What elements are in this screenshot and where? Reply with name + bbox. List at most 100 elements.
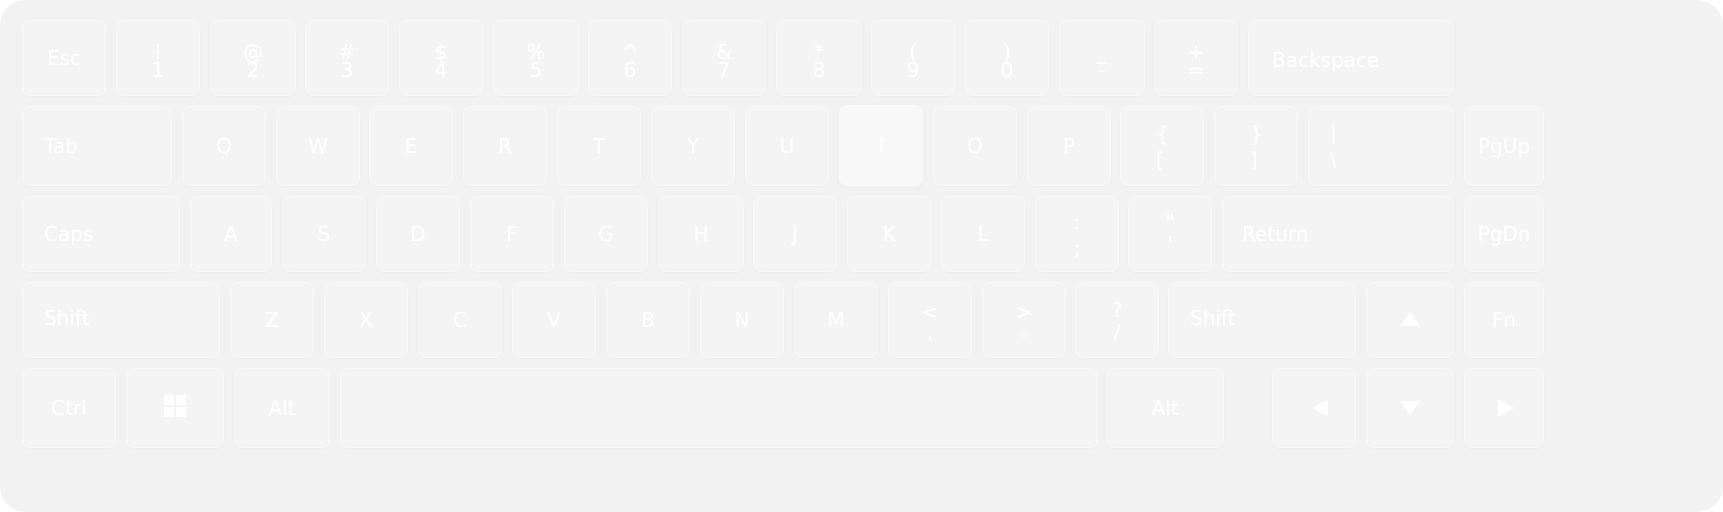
key-label: PgDn <box>1477 222 1531 246</box>
key-quote[interactable]: " ' <box>1128 196 1212 272</box>
key-shift-left[interactable]: Shift <box>22 282 220 358</box>
key-pgdn[interactable]: PgDn <box>1464 196 1544 272</box>
key-space[interactable] <box>340 368 1098 448</box>
key-label: Shift <box>1190 306 1236 330</box>
key-label: ' <box>1167 232 1173 256</box>
key-slash[interactable]: ? / <box>1075 282 1159 358</box>
key-label: A <box>224 222 238 246</box>
key-r[interactable]: R <box>463 106 547 186</box>
key-j[interactable]: J <box>753 196 837 272</box>
key-label: T <box>592 134 606 158</box>
key-alt-left[interactable]: Alt <box>234 368 330 448</box>
key-label: P <box>1062 134 1076 158</box>
key-label: Return <box>1242 222 1309 246</box>
key-windows[interactable] <box>126 368 224 448</box>
key-tab[interactable]: Tab <box>22 106 172 186</box>
key-q[interactable]: Q <box>182 106 266 186</box>
key-label: 0 <box>1000 58 1014 82</box>
key-w[interactable]: W <box>276 106 360 186</box>
key-comma[interactable]: < , <box>888 282 972 358</box>
key-n[interactable]: N <box>700 282 784 358</box>
key-backspace[interactable]: Backspace <box>1248 20 1454 96</box>
key-arrow-left[interactable] <box>1272 368 1356 448</box>
key-equal[interactable]: + = <box>1154 20 1238 96</box>
key-label: D <box>410 222 426 246</box>
key-6[interactable]: ^ 6 <box>588 20 672 96</box>
arrow-left-icon <box>1312 399 1328 417</box>
key-0[interactable]: ) 0 <box>965 20 1049 96</box>
key-label: Z <box>265 308 279 332</box>
key-f[interactable]: F <box>470 196 554 272</box>
key-arrow-right[interactable] <box>1464 368 1544 448</box>
key-i[interactable]: I <box>839 105 923 186</box>
key-z[interactable]: Z <box>230 282 314 358</box>
key-backslash[interactable]: | \ <box>1308 106 1454 186</box>
key-fn[interactable]: Fn <box>1464 282 1544 358</box>
key-p[interactable]: P <box>1027 106 1111 186</box>
key-c[interactable]: C <box>418 282 502 358</box>
key-label: N <box>734 308 750 332</box>
key-alt-right[interactable]: Alt <box>1106 368 1224 448</box>
key-label: , <box>926 320 934 344</box>
key-label: C <box>453 308 467 332</box>
key-left-bracket[interactable]: { [ <box>1120 106 1204 186</box>
key-label: X <box>359 308 373 332</box>
key-label: 9 <box>906 58 920 82</box>
key-9[interactable]: ( 9 <box>871 20 955 96</box>
key-d[interactable]: D <box>376 196 460 272</box>
key-return[interactable]: Return <box>1222 196 1454 272</box>
key-ctrl[interactable]: Ctrl <box>22 368 116 448</box>
key-shift-right[interactable]: Shift <box>1168 282 1356 358</box>
key-label: [ <box>1156 148 1164 172</box>
key-h[interactable]: H <box>658 196 744 272</box>
key-m[interactable]: M <box>794 282 878 358</box>
key-arrow-down[interactable] <box>1366 368 1454 448</box>
key-shift-label: { <box>1156 122 1169 146</box>
key-label: E <box>404 134 418 158</box>
key-o[interactable]: O <box>933 106 1017 186</box>
key-y[interactable]: Y <box>651 106 735 186</box>
key-3[interactable]: # 3 <box>305 20 389 96</box>
key-e[interactable]: E <box>369 106 453 186</box>
key-label: Caps <box>44 222 94 246</box>
key-period[interactable]: > . <box>982 282 1066 358</box>
key-l[interactable]: L <box>941 196 1025 272</box>
key-label: Y <box>686 134 700 158</box>
key-v[interactable]: V <box>512 282 596 358</box>
key-label: Alt <box>268 396 296 420</box>
key-label: 4 <box>434 58 448 82</box>
key-label: 5 <box>529 58 543 82</box>
windows-icon <box>164 395 186 417</box>
key-8[interactable]: * 8 <box>776 20 862 96</box>
key-5[interactable]: % 5 <box>493 20 579 96</box>
key-g[interactable]: G <box>564 196 648 272</box>
key-s[interactable]: S <box>282 196 366 272</box>
key-u[interactable]: U <box>745 106 829 186</box>
key-label: Alt <box>1151 396 1179 420</box>
key-semicolon[interactable]: : ; <box>1035 196 1119 272</box>
key-label: I <box>878 133 884 158</box>
key-caps[interactable]: Caps <box>22 196 180 272</box>
key-k[interactable]: K <box>847 196 931 272</box>
key-label: Fn <box>1491 308 1517 332</box>
key-1[interactable]: ! 1 <box>116 20 200 96</box>
key-shift-label: | <box>1330 120 1337 144</box>
key-7[interactable]: & 7 <box>682 20 766 96</box>
key-2[interactable]: @ 2 <box>210 20 296 96</box>
key-label: Q <box>216 134 232 158</box>
key-label: . <box>1020 318 1028 342</box>
key-label: 8 <box>812 58 826 82</box>
key-b[interactable]: B <box>606 282 690 358</box>
key-t[interactable]: T <box>557 106 641 186</box>
key-minus[interactable]: _ - <box>1059 20 1145 96</box>
key-pgup[interactable]: PgUp <box>1464 106 1544 186</box>
key-label: Tab <box>44 134 78 158</box>
key-shift-label: ? <box>1111 298 1123 322</box>
key-right-bracket[interactable]: } ] <box>1214 106 1298 186</box>
key-a[interactable]: A <box>190 196 272 272</box>
key-label: Ctrl <box>51 396 87 420</box>
key-arrow-up[interactable] <box>1366 282 1454 358</box>
key-esc[interactable]: Esc <box>22 20 106 96</box>
key-4[interactable]: $ 4 <box>399 20 483 96</box>
key-x[interactable]: X <box>324 282 408 358</box>
